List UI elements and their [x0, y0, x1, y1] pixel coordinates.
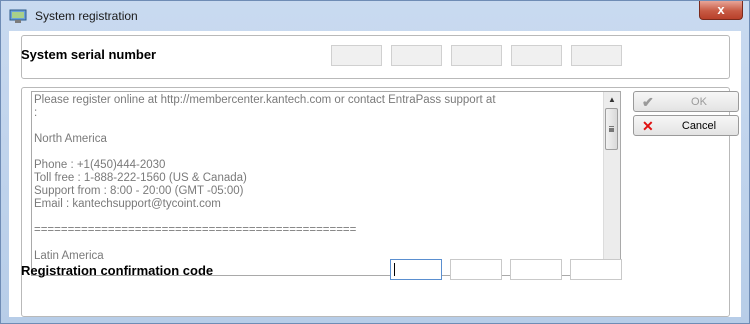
window-title: System registration	[35, 9, 138, 23]
text-caret	[394, 263, 395, 276]
support-info-text: Please register online at http://memberc…	[34, 94, 496, 262]
serial-field-4	[511, 45, 562, 66]
code-field-3[interactable]	[510, 259, 562, 280]
serial-field-2	[391, 45, 442, 66]
ok-button[interactable]: ✔ OK	[633, 91, 739, 112]
x-icon: ✕	[642, 118, 654, 134]
code-field-2[interactable]	[450, 259, 502, 280]
serial-field-3	[451, 45, 502, 66]
serial-number-label: System serial number	[21, 47, 157, 62]
code-field-4[interactable]	[570, 259, 622, 280]
title-bar[interactable]: System registration x	[1, 1, 749, 31]
cancel-label: Cancel	[681, 120, 717, 132]
close-icon: x	[717, 2, 725, 17]
registration-window: System registration x System serial numb…	[0, 0, 750, 324]
cancel-button[interactable]: ✕ Cancel	[633, 115, 739, 136]
code-field-1[interactable]	[390, 259, 442, 280]
registration-code-label: Registration confirmation code	[21, 263, 214, 278]
vertical-scrollbar[interactable]: ▲ ▼	[603, 92, 620, 275]
support-info-textbox[interactable]: Please register online at http://memberc…	[31, 91, 621, 276]
app-icon	[9, 9, 27, 23]
close-button[interactable]: x	[699, 1, 743, 20]
serial-field-5	[571, 45, 622, 66]
check-icon: ✔	[642, 94, 654, 110]
ok-label: OK	[691, 96, 707, 108]
scroll-thumb[interactable]	[605, 108, 618, 150]
scroll-up-icon[interactable]: ▲	[604, 92, 620, 108]
serial-field-1	[331, 45, 382, 66]
grip-icon	[609, 126, 614, 128]
